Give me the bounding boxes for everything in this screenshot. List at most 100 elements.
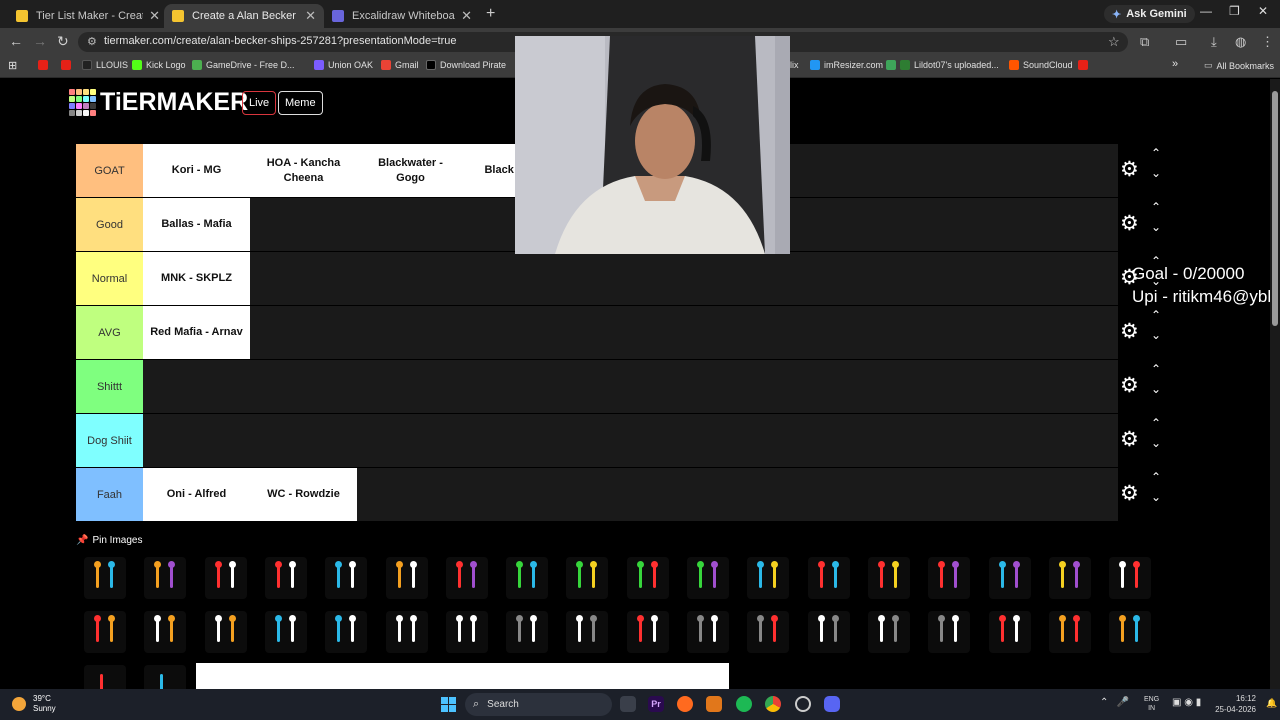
pool-image-thumbnail[interactable] — [84, 665, 126, 689]
discord-icon[interactable] — [824, 696, 840, 712]
pool-image-thumbnail[interactable] — [1048, 557, 1091, 599]
tier-item[interactable]: Oni - Alfred — [143, 468, 250, 521]
premiere-pro-icon[interactable]: Pr — [648, 696, 664, 712]
weather-widget[interactable]: 39°C Sunny — [12, 694, 56, 714]
pool-image-thumbnail[interactable] — [566, 557, 609, 599]
tier-item[interactable]: Red Mafia - Arnav — [143, 306, 250, 359]
pool-image-thumbnail[interactable] — [506, 611, 549, 653]
pool-image-thumbnail[interactable] — [204, 557, 247, 599]
pool-image-thumbnail[interactable] — [445, 611, 488, 653]
pool-image-thumbnail[interactable] — [928, 611, 971, 653]
tier-item[interactable]: HOA - Kancha Cheena — [250, 144, 357, 197]
spotify-icon[interactable] — [736, 696, 752, 712]
extensions-icon[interactable]: ⧉ — [1140, 34, 1149, 50]
tier-item[interactable]: MNK - SKPLZ — [143, 252, 250, 305]
pool-image-thumbnail[interactable] — [988, 611, 1031, 653]
pool-image-thumbnail[interactable] — [204, 611, 247, 653]
bookmark-youtube-3[interactable] — [1078, 60, 1088, 70]
bookmark-lildot[interactable]: Lildot07's uploaded... — [886, 60, 999, 70]
system-tray[interactable]: ⌃ 🎤 — [1100, 697, 1129, 708]
move-down-chevron-icon[interactable]: ⌄ — [1151, 382, 1161, 396]
network-volume-battery-icons[interactable]: ▣ ◉ ▮ — [1172, 697, 1201, 708]
download-icon[interactable]: ⤓ — [1211, 34, 1217, 50]
tier-label[interactable]: Dog Shiit — [76, 414, 143, 467]
tier-item[interactable]: Blackwater - Gogo — [357, 144, 464, 197]
move-up-chevron-icon[interactable]: ⌃ — [1151, 308, 1161, 322]
pool-image-thumbnail[interactable] — [867, 557, 910, 599]
pool-image-thumbnail[interactable] — [264, 611, 307, 653]
more-bookmarks-chevron-icon[interactable]: » — [1172, 58, 1178, 70]
close-window-icon[interactable]: ✕ — [1258, 4, 1268, 18]
pool-image-thumbnail[interactable] — [867, 611, 910, 653]
pool-image-thumbnail[interactable] — [747, 611, 790, 653]
pool-image-thumbnail[interactable] — [144, 557, 187, 599]
bookmark-partial[interactable]: lix — [790, 60, 799, 70]
reload-icon[interactable]: ↻ — [57, 33, 69, 50]
pool-image-thumbnail[interactable] — [807, 611, 850, 653]
pool-image-thumbnail[interactable] — [1109, 557, 1152, 599]
move-down-chevron-icon[interactable]: ⌄ — [1151, 490, 1161, 504]
close-tab-icon[interactable]: ✕ — [149, 8, 160, 24]
tier-label[interactable]: Good — [76, 198, 143, 251]
gear-icon[interactable]: ⚙ — [1120, 483, 1139, 504]
pool-image-thumbnail[interactable] — [84, 611, 126, 653]
scrollbar-thumb[interactable] — [1272, 91, 1278, 326]
pool-image-thumbnail[interactable] — [566, 611, 609, 653]
pool-image-thumbnail[interactable] — [1109, 611, 1152, 653]
gear-icon[interactable]: ⚙ — [1120, 429, 1139, 450]
pool-image-thumbnail[interactable] — [445, 557, 488, 599]
tiermaker-logo[interactable]: TiERMAKER — [69, 88, 248, 117]
gear-icon[interactable]: ⚙ — [1120, 159, 1139, 180]
bookmark-gamedrive[interactable]: GameDrive - Free D... — [192, 60, 295, 70]
gear-icon[interactable]: ⚙ — [1120, 321, 1139, 342]
tier-item[interactable]: WC - Rowdzie — [250, 468, 357, 521]
side-panel-icon[interactable]: ▭ — [1175, 34, 1187, 50]
pool-image-thumbnail[interactable] — [988, 557, 1031, 599]
bookmark-kick-logo[interactable]: Kick Logo — [132, 60, 186, 70]
tier-label[interactable]: Faah — [76, 468, 143, 521]
clock[interactable]: 16:12 25-04-2026 — [1208, 693, 1256, 715]
move-up-chevron-icon[interactable]: ⌃ — [1151, 362, 1161, 376]
all-bookmarks-button[interactable]: ▭ All Bookmarks — [1204, 60, 1274, 71]
close-tab-icon[interactable]: ✕ — [305, 8, 316, 24]
back-arrow-icon[interactable]: ← — [9, 33, 23, 49]
live-button[interactable]: Live — [242, 91, 277, 115]
bookmark-star-icon[interactable]: ☆ — [1108, 34, 1120, 50]
language-indicator[interactable]: ENG IN — [1144, 695, 1159, 713]
move-up-chevron-icon[interactable]: ⌃ — [1151, 470, 1161, 484]
forward-arrow-icon[interactable]: → — [33, 33, 47, 49]
notifications-bell-icon[interactable]: 🔔 — [1266, 698, 1277, 709]
pin-images-toggle[interactable]: 📌 Pin Images — [76, 535, 142, 546]
maximize-window-icon[interactable]: ❐ — [1229, 4, 1240, 18]
pool-image-thumbnail[interactable] — [928, 557, 971, 599]
pool-image-thumbnail[interactable] — [84, 557, 126, 599]
pool-image-thumbnail[interactable] — [506, 557, 549, 599]
apps-grid-icon[interactable]: ⊞ — [8, 59, 17, 72]
firefox-icon[interactable] — [677, 696, 693, 712]
bookmark-youtube-1[interactable] — [38, 60, 48, 70]
pool-image-thumbnail[interactable] — [626, 557, 669, 599]
bookmark-imresizer[interactable]: imResizer.com — [810, 60, 883, 70]
pool-image-thumbnail[interactable] — [747, 557, 790, 599]
bookmark-union-oak[interactable]: Union OAK — [314, 60, 373, 70]
tab-create-ships-tier[interactable]: Create a Alan Becker Ships Tier ✕ — [164, 4, 324, 28]
move-up-chevron-icon[interactable]: ⌃ — [1151, 146, 1161, 160]
pool-image-thumbnail[interactable] — [807, 557, 850, 599]
bookmark-youtube-2[interactable] — [61, 60, 71, 70]
pool-image-thumbnail[interactable] — [325, 557, 368, 599]
tier-item[interactable]: Kori - MG — [143, 144, 250, 197]
pool-image-thumbnail[interactable] — [687, 611, 729, 653]
obs-icon[interactable] — [795, 696, 811, 712]
bookmark-gmail[interactable]: Gmail — [381, 60, 419, 70]
meme-button[interactable]: Meme — [278, 91, 323, 115]
tier-label[interactable]: Shittt — [76, 360, 143, 413]
menu-kebab-icon[interactable]: ⋮ — [1261, 34, 1274, 50]
tier-label[interactable]: Normal — [76, 252, 143, 305]
move-down-chevron-icon[interactable]: ⌄ — [1151, 220, 1161, 234]
pool-image-thumbnail[interactable] — [626, 611, 669, 653]
bookmark-download-pirate[interactable]: Download Pirate — [426, 60, 506, 70]
pool-image-thumbnail[interactable] — [385, 557, 428, 599]
close-tab-icon[interactable]: ✕ — [461, 8, 472, 24]
site-settings-icon[interactable]: ⚙ — [87, 35, 97, 48]
windows-start-icon[interactable] — [441, 697, 456, 712]
